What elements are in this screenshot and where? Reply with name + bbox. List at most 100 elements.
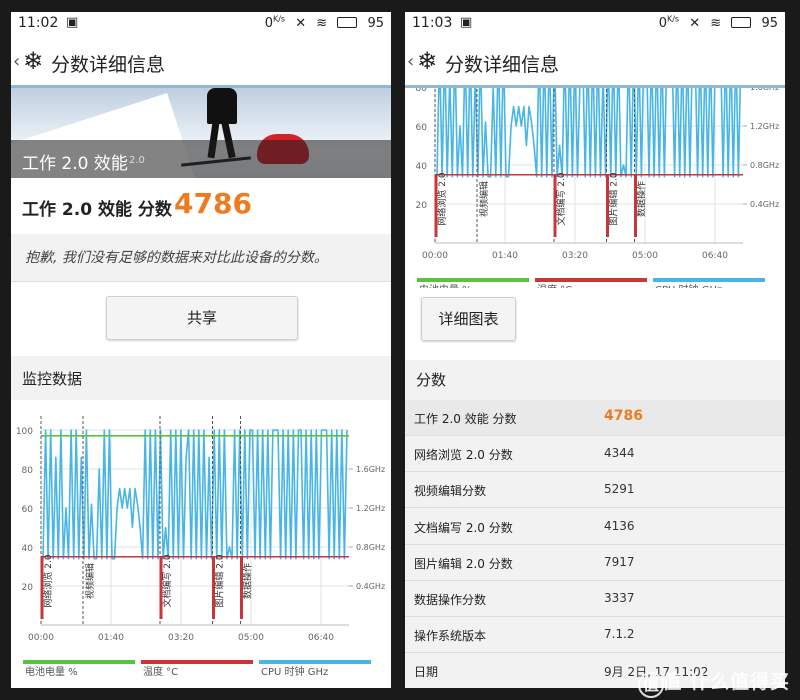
score-row-value: 3337 — [604, 591, 635, 605]
page-title: 分数详细信息 — [445, 54, 560, 76]
net-speed-value: 0 — [658, 16, 667, 32]
share-area: 共享 — [11, 282, 391, 356]
y-right-tick-label: 0.4GHz — [356, 582, 385, 591]
score-row: 视频编辑分数 5291 — [405, 472, 785, 509]
scores-title: 分数 — [416, 371, 447, 389]
hero-skier — [207, 88, 237, 124]
snowflake-logo-icon: ❄ — [23, 47, 44, 75]
score-row-value: 4786 — [604, 408, 643, 424]
right-screen: 11:03 ▣ 0K/s ✕ ≋ 95 ‹ ❄ 分数详细信息 20 40 60 80 1… — [405, 12, 785, 688]
legend-swatch — [259, 660, 371, 664]
score-row: 网络浏览 2.0 分数 4344 — [405, 436, 785, 473]
status-icons: 0K/s ✕ ≋ 95 — [647, 15, 778, 31]
comparison-notice: 抱歉, 我们没有足够的数据来对比此设备的分数。 — [11, 234, 391, 282]
monitor-chart[interactable]: 20 40 60 80 100 0.4GHz 0.8GHz 1.2GHz 1.6GHz 00:00… — [11, 400, 391, 688]
battery-level: 95 — [367, 16, 384, 32]
x-tick-label: 05:00 — [632, 251, 658, 261]
score-row-value: 4344 — [604, 446, 635, 461]
image-notification-icon: ▣ — [66, 15, 79, 30]
watermark-logo-icon: 值 — [638, 672, 664, 698]
legend-swatch — [23, 660, 135, 664]
phase-label: 文档编写 2.0 — [555, 172, 567, 225]
score-row: 工作 2.0 效能 分数 4786 — [11, 178, 391, 234]
net-speed-value: 0 — [264, 16, 273, 32]
score-value: 4786 — [174, 187, 252, 220]
x-tick-label: 06:40 — [702, 251, 728, 261]
y-left-tick-label: 20 — [22, 583, 34, 593]
y-right-tick-label: 1.6GHz — [356, 465, 385, 474]
score-row-value: 7917 — [604, 554, 635, 569]
status-icons: 0K/s ✕ ≋ 95 — [253, 15, 384, 31]
app-bar: ‹ ❄ 分数详细信息 — [405, 36, 785, 88]
wifi-icon: ≋ — [710, 16, 722, 32]
y-left-tick-label: 80 — [22, 466, 34, 476]
y-right-tick-label: 0.8GHz — [750, 161, 779, 170]
score-row-label: 工作 2.0 效能 分数 — [414, 412, 517, 426]
detail-area: 详细图表 — [405, 288, 785, 360]
score-row-value: 5291 — [604, 482, 635, 497]
y-right-tick-label: 1.2GHz — [356, 504, 385, 513]
score-row-label: 数据操作分数 — [414, 593, 487, 607]
score-row-value: 4136 — [604, 518, 635, 533]
score-row: 数据操作分数 3337 — [405, 581, 785, 617]
net-speed: 0K/s — [259, 15, 286, 32]
x-tick-label: 00:00 — [422, 251, 448, 261]
monitor-title: 监控数据 — [22, 370, 83, 388]
y-right-tick-label: 0.4GHz — [750, 200, 779, 209]
score-row: 工作 2.0 效能 分数 4786 — [405, 400, 785, 436]
hero-version: 2.0 — [129, 155, 145, 166]
image-notification-icon: ▣ — [460, 15, 473, 30]
net-speed-unit: K/s — [272, 15, 286, 24]
cpu-series-line — [42, 429, 348, 560]
y-left-tick-label: 60 — [416, 123, 428, 133]
phase-label: 图片编辑 2.0 — [608, 172, 620, 225]
x-tick-label: 01:40 — [98, 633, 124, 643]
monitor-header: 监控数据 — [11, 356, 391, 400]
y-right-tick-label: 0.8GHz — [356, 543, 385, 552]
wifi-icon: ≋ — [316, 16, 328, 32]
score-row-value: 7.1.2 — [604, 627, 635, 642]
score-label: 工作 2.0 效能 分数 — [22, 200, 172, 220]
score-row-label: 网络浏览 2.0 分数 — [414, 448, 513, 463]
score-row-label: 视频编辑分数 — [414, 484, 487, 499]
x-tick-label: 01:40 — [492, 251, 518, 261]
status-bar: 11:02 ▣ 0K/s ✕ ≋ 95 — [11, 12, 391, 36]
chart-svg: 204060801000.4GHz0.8GHz1.2GHz1.6GHz00:00… — [16, 416, 385, 678]
left-screen: 11:02 ▣ 0K/s ✕ ≋ 95 ‹ ❄ 分数详细信息 工作 2.0 效能… — [11, 12, 391, 688]
mute-icon: ✕ — [295, 16, 307, 32]
mute-icon: ✕ — [689, 16, 701, 32]
snowflake-logo-icon: ❄ — [417, 47, 438, 75]
y-left-tick-label: 80 — [416, 88, 428, 94]
status-bar: 11:03 ▣ 0K/s ✕ ≋ 95 — [405, 12, 785, 36]
monitor-chart-scrolled[interactable]: 204060801000.4GHz0.8GHz1.2GHz1.6GHz00:00… — [405, 88, 785, 288]
y-right-tick-label: 1.2GHz — [750, 122, 779, 131]
score-row-label: 操作系统版本 — [414, 629, 487, 644]
y-left-tick-label: 40 — [416, 162, 428, 172]
score-row: 图片编辑 2.0 分数 7917 — [405, 544, 785, 581]
back-icon[interactable]: ‹ — [13, 51, 20, 72]
back-icon[interactable]: ‹ — [407, 51, 414, 72]
notice-text: 抱歉, 我们没有足够的数据来对比此设备的分数。 — [25, 250, 328, 266]
watermark: 值 什么值得买 — [662, 671, 790, 693]
y-left-tick-label: 40 — [22, 544, 34, 554]
chart-svg: 204060801000.4GHz0.8GHz1.2GHz1.6GHz00:00… — [416, 88, 779, 288]
score-row-label: 文档编写 2.0 分数 — [414, 520, 513, 535]
legend-label: CPU 时钟 GHz — [261, 665, 328, 678]
hero-title: 工作 2.0 效能 — [22, 154, 128, 174]
legend-swatch — [141, 660, 253, 664]
y-right-tick-label: 1.6GHz — [750, 88, 779, 92]
x-tick-label: 05:00 — [238, 633, 264, 643]
phase-label: 数据操作 — [636, 181, 648, 217]
y-left-tick-label: 60 — [22, 505, 34, 515]
hero-image: 工作 2.0 效能 2.0 — [11, 88, 391, 178]
phase-label: 网络浏览 2.0 — [42, 554, 54, 607]
battery-icon — [731, 17, 752, 29]
phase-label: 视频编辑 — [84, 563, 96, 599]
share-button[interactable]: 共享 — [106, 296, 298, 340]
app-bar: ‹ ❄ 分数详细信息 — [11, 36, 391, 88]
x-tick-label: 03:20 — [168, 633, 194, 643]
score-row: 文档编写 2.0 分数 4136 — [405, 508, 785, 545]
detail-chart-button[interactable]: 详细图表 — [421, 297, 516, 341]
phase-label: 图片编辑 2.0 — [214, 554, 226, 607]
net-speed: 0K/s — [653, 15, 679, 32]
